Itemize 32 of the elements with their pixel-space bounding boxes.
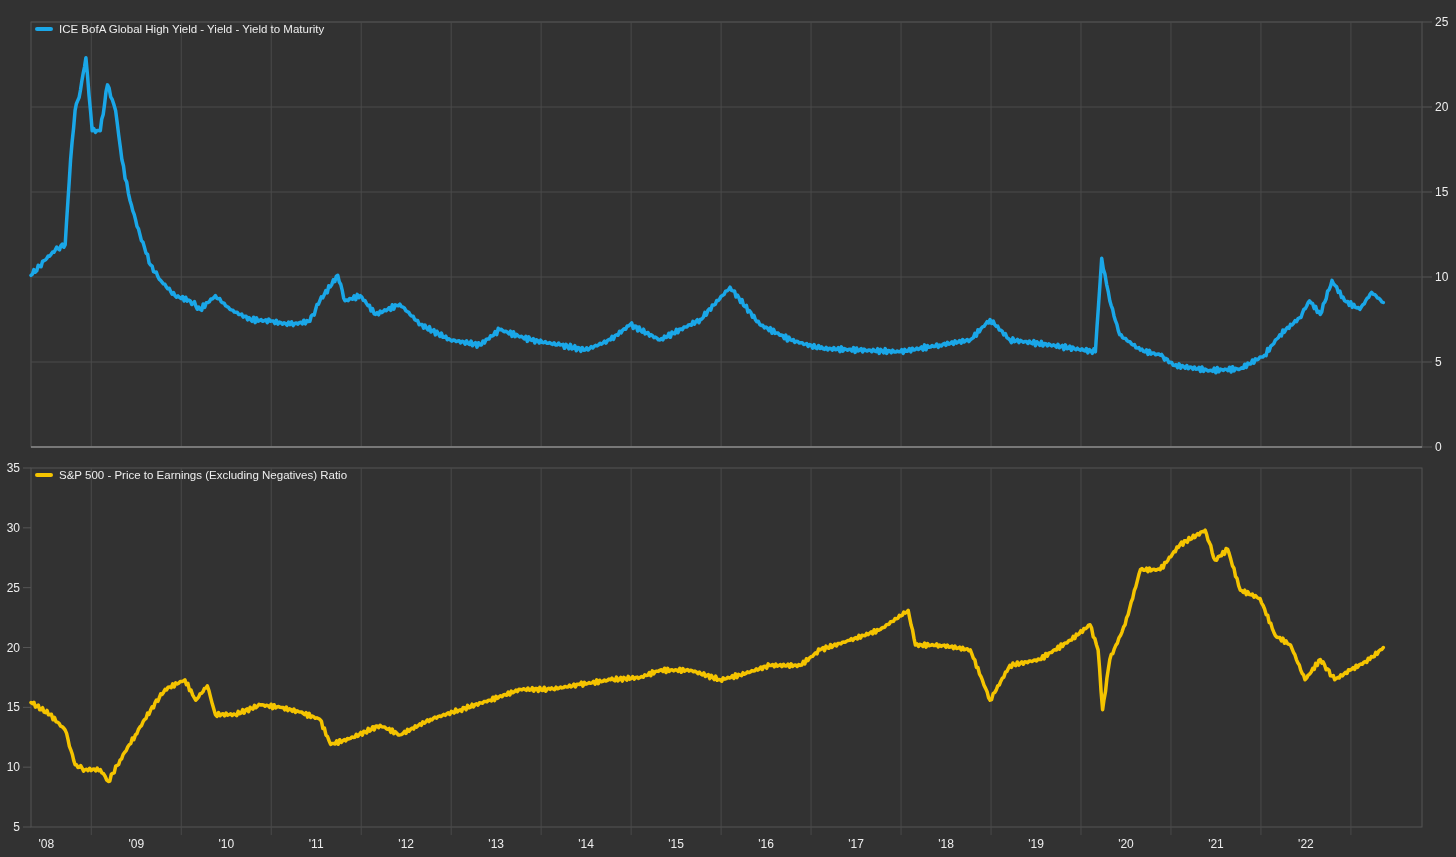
x-axis-label: '18 <box>938 837 954 851</box>
x-axis-label: '12 <box>398 837 414 851</box>
x-axis-label: '17 <box>848 837 864 851</box>
x-axis-label: '20 <box>1118 837 1134 851</box>
x-axis-label: '10 <box>218 837 235 851</box>
x-axis-label: '15 <box>668 837 684 851</box>
legend-swatch <box>35 473 53 477</box>
legend-label: S&P 500 - Price to Earnings (Excluding Negatives) Ratio <box>59 469 348 481</box>
x-axis-label: '08 <box>38 837 55 851</box>
y-axis-label: 25 <box>6 580 20 595</box>
y-axis-label: 10 <box>6 760 20 775</box>
y-axis-label: 15 <box>1435 185 1449 199</box>
legend-swatch <box>35 27 53 31</box>
x-axis-label: '09 <box>128 837 145 851</box>
y-axis-label: 15 <box>6 700 20 715</box>
x-axis-label: '22 <box>1298 837 1314 851</box>
x-axis-label: '19 <box>1028 837 1044 851</box>
x-axis-label: '14 <box>578 837 594 851</box>
x-axis-label: '16 <box>758 837 774 851</box>
x-axis-label: '21 <box>1208 837 1224 851</box>
y-axis-label: 5 <box>1435 355 1442 369</box>
y-axis-label: 5 <box>13 820 20 834</box>
y-axis-label: 20 <box>6 640 20 655</box>
y-axis-label: 10 <box>1435 270 1449 284</box>
y-axis-label: 35 <box>6 461 20 475</box>
y-axis-label: 25 <box>1435 15 1449 29</box>
legend-label: ICE BofA Global High Yield - Yield - Yield to Maturity <box>59 23 325 35</box>
y-axis-label: 0 <box>1435 440 1442 454</box>
x-axis-label: '11 <box>308 837 324 851</box>
y-axis-label: 30 <box>6 520 20 535</box>
x-axis-label: '13 <box>488 837 504 851</box>
y-axis-label: 20 <box>1435 100 1449 114</box>
